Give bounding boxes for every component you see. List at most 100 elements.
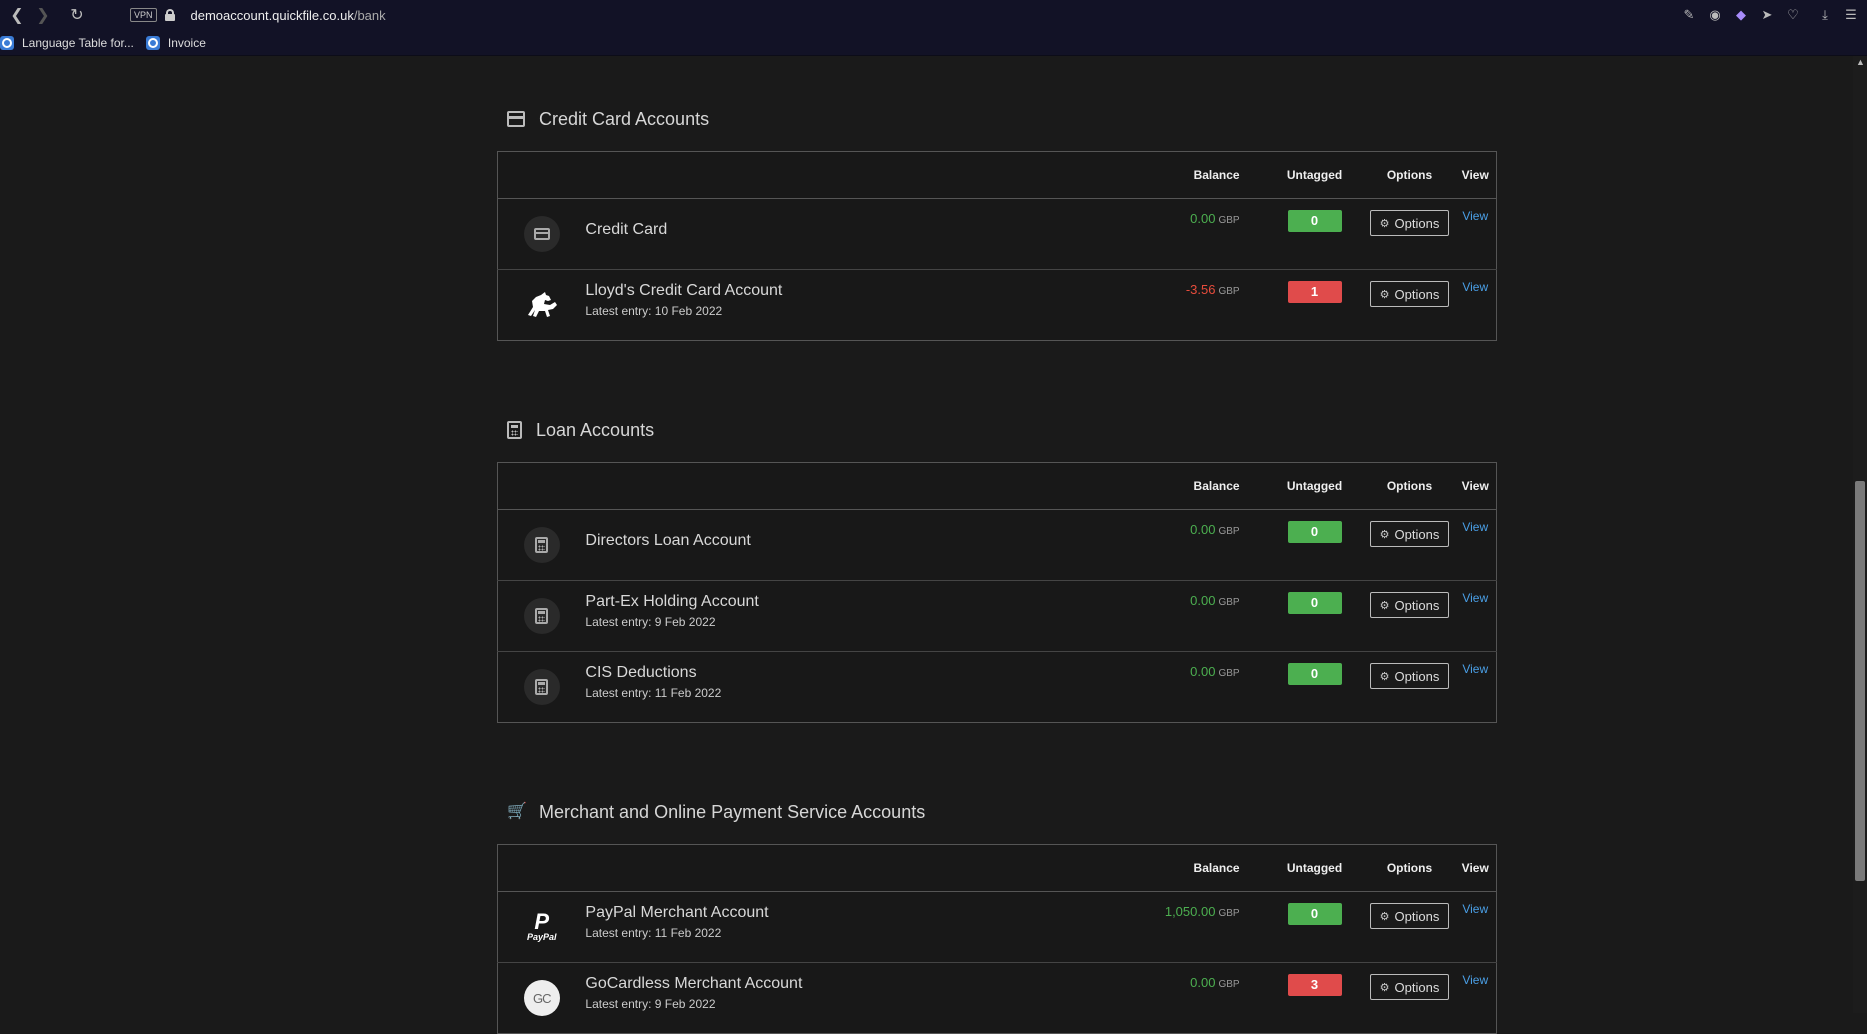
vpn-badge[interactable]: VPN xyxy=(130,8,157,22)
view-link[interactable]: View xyxy=(1462,520,1488,534)
untagged-badge[interactable]: 0 xyxy=(1287,663,1342,685)
account-balance: 0.00 xyxy=(1190,211,1216,226)
options-button[interactable]: ⚙ Options xyxy=(1370,281,1449,307)
col-view: View xyxy=(1454,844,1497,892)
lock-icon[interactable] xyxy=(164,9,175,21)
col-view: View xyxy=(1454,462,1497,510)
lloyds-horse-icon xyxy=(524,287,560,323)
view-link[interactable]: View xyxy=(1462,591,1488,605)
url-path: /bank xyxy=(353,7,386,23)
view-link[interactable]: View xyxy=(1462,973,1488,987)
untagged-badge[interactable]: 0 xyxy=(1287,521,1342,543)
options-label: Options xyxy=(1394,215,1440,231)
url-host: demoaccount.quickfile.co.uk xyxy=(190,7,354,23)
account-name[interactable]: Credit Card xyxy=(585,221,1104,239)
account-name[interactable]: PayPal Merchant Account xyxy=(585,904,1104,922)
section-credit-card-accounts: Credit Card Accounts Balance Untagged Op… xyxy=(497,104,1497,341)
view-link[interactable]: View xyxy=(1462,280,1488,294)
table-row: P PayPal PayPal Merchant Account Latest en… xyxy=(497,891,1497,963)
gear-icon: ⚙ xyxy=(1379,670,1390,683)
account-balance: 0.00 xyxy=(1190,975,1216,990)
currency: GBP xyxy=(1218,908,1240,919)
untagged-badge[interactable]: 1 xyxy=(1287,281,1342,303)
options-label: Options xyxy=(1394,979,1440,995)
account-balance: -3.56 xyxy=(1185,282,1216,297)
address-bar[interactable]: demoaccount.quickfile.co.uk/bank xyxy=(191,8,386,23)
options-button[interactable]: ⚙ Options xyxy=(1369,974,1449,1000)
scroll-up-icon[interactable]: ▲ xyxy=(1856,58,1865,67)
untagged-badge[interactable]: 0 xyxy=(1287,210,1342,232)
col-balance: Balance xyxy=(1104,151,1265,199)
untagged-badge[interactable]: 3 xyxy=(1287,974,1342,996)
gear-icon: ⚙ xyxy=(1379,981,1390,994)
section-title: Credit Card Accounts xyxy=(539,108,710,129)
calculator-icon xyxy=(523,598,560,634)
menu-icon[interactable]: ☰ xyxy=(1843,7,1859,23)
page-scrollbar[interactable]: ▲ xyxy=(1853,56,1867,1013)
heart-icon[interactable]: ♡ xyxy=(1785,7,1801,23)
view-link[interactable]: View xyxy=(1462,662,1488,676)
col-untagged: Untagged xyxy=(1264,844,1365,892)
options-label: Options xyxy=(1394,668,1440,684)
paypal-logo-text: PayPal xyxy=(526,932,557,942)
account-name[interactable]: Lloyd's Credit Card Account xyxy=(585,282,1104,300)
bookmark-label: Language Table for... xyxy=(22,35,134,50)
latest-entry: Latest entry: 11 Feb 2022 xyxy=(585,686,722,700)
latest-entry: Latest entry: 9 Feb 2022 xyxy=(585,615,716,629)
account-balance: 0.00 xyxy=(1190,522,1216,537)
table-row: Directors Loan Account 0.00 GBP 0 ⚙ Option… xyxy=(497,509,1497,581)
untagged-badge[interactable]: 0 xyxy=(1287,592,1342,614)
col-options: Options xyxy=(1364,462,1455,510)
account-name[interactable]: CIS Deductions xyxy=(585,664,1104,682)
bookmark-invoice[interactable]: Invoice xyxy=(145,35,206,50)
options-button[interactable]: ⚙ Options xyxy=(1369,903,1449,929)
view-link[interactable]: View xyxy=(1462,209,1488,223)
gear-icon: ⚙ xyxy=(1379,528,1390,541)
section-merchant-accounts: 🛒 Merchant and Online Payment Service Ac… xyxy=(497,797,1497,1034)
table-row: Lloyd's Credit Card Account Latest entry:… xyxy=(498,270,1497,341)
credit-card-icon xyxy=(523,216,560,252)
latest-entry: Latest entry: 9 Feb 2022 xyxy=(585,997,716,1011)
options-button[interactable]: ⚙ Options xyxy=(1370,210,1449,236)
section-header: 🛒 Merchant and Online Payment Service Ac… xyxy=(497,797,1497,827)
bookmark-icon xyxy=(0,35,14,50)
currency: GBP xyxy=(1218,526,1240,537)
bookmark-language-table[interactable]: Language Table for... xyxy=(0,35,134,50)
shopping-cart-icon: 🛒 xyxy=(507,803,527,820)
col-options: Options xyxy=(1364,151,1455,199)
camera-icon[interactable]: ◉ xyxy=(1707,7,1723,23)
options-button[interactable]: ⚙ Options xyxy=(1369,592,1449,618)
col-untagged: Untagged xyxy=(1264,151,1365,199)
account-balance: 0.00 xyxy=(1190,593,1216,608)
shield-icon[interactable]: ◆ xyxy=(1733,7,1749,23)
section-title: Loan Accounts xyxy=(536,419,655,440)
account-name[interactable]: GoCardless Merchant Account xyxy=(585,975,1104,993)
send-icon[interactable]: ➤ xyxy=(1759,7,1775,23)
account-name[interactable]: Directors Loan Account xyxy=(585,532,1104,550)
view-link[interactable]: View xyxy=(1462,902,1488,916)
forward-icon[interactable]: ❯ xyxy=(26,0,60,30)
section-title: Merchant and Online Payment Service Acco… xyxy=(539,801,926,822)
accounts-table: Balance Untagged Options View Directors … xyxy=(497,462,1497,723)
account-name[interactable]: Part-Ex Holding Account xyxy=(585,593,1104,611)
col-view: View xyxy=(1454,151,1497,199)
paypal-icon: P PayPal xyxy=(526,909,557,943)
col-balance: Balance xyxy=(1104,844,1265,892)
currency: GBP xyxy=(1218,215,1240,226)
calculator-icon xyxy=(523,527,560,563)
edit-icon[interactable]: ✎ xyxy=(1681,7,1697,23)
col-untagged: Untagged xyxy=(1264,462,1365,510)
reload-icon[interactable]: ↻ xyxy=(60,0,94,30)
account-balance: 1,050.00 xyxy=(1164,904,1216,919)
download-icon[interactable]: ⤓ xyxy=(1817,7,1833,23)
table-row: Credit Card 0.00 GBP 0 ⚙ Options View xyxy=(497,198,1497,270)
untagged-badge[interactable]: 0 xyxy=(1287,903,1342,925)
options-button[interactable]: ⚙ Options xyxy=(1369,663,1449,689)
options-label: Options xyxy=(1394,908,1440,924)
col-options: Options xyxy=(1364,844,1455,892)
scroll-thumb[interactable] xyxy=(1855,481,1865,881)
options-label: Options xyxy=(1394,526,1440,542)
bookmarks-bar: Language Table for... Invoice xyxy=(0,30,1867,56)
options-button[interactable]: ⚙ Options xyxy=(1369,521,1449,547)
gear-icon: ⚙ xyxy=(1379,288,1390,301)
